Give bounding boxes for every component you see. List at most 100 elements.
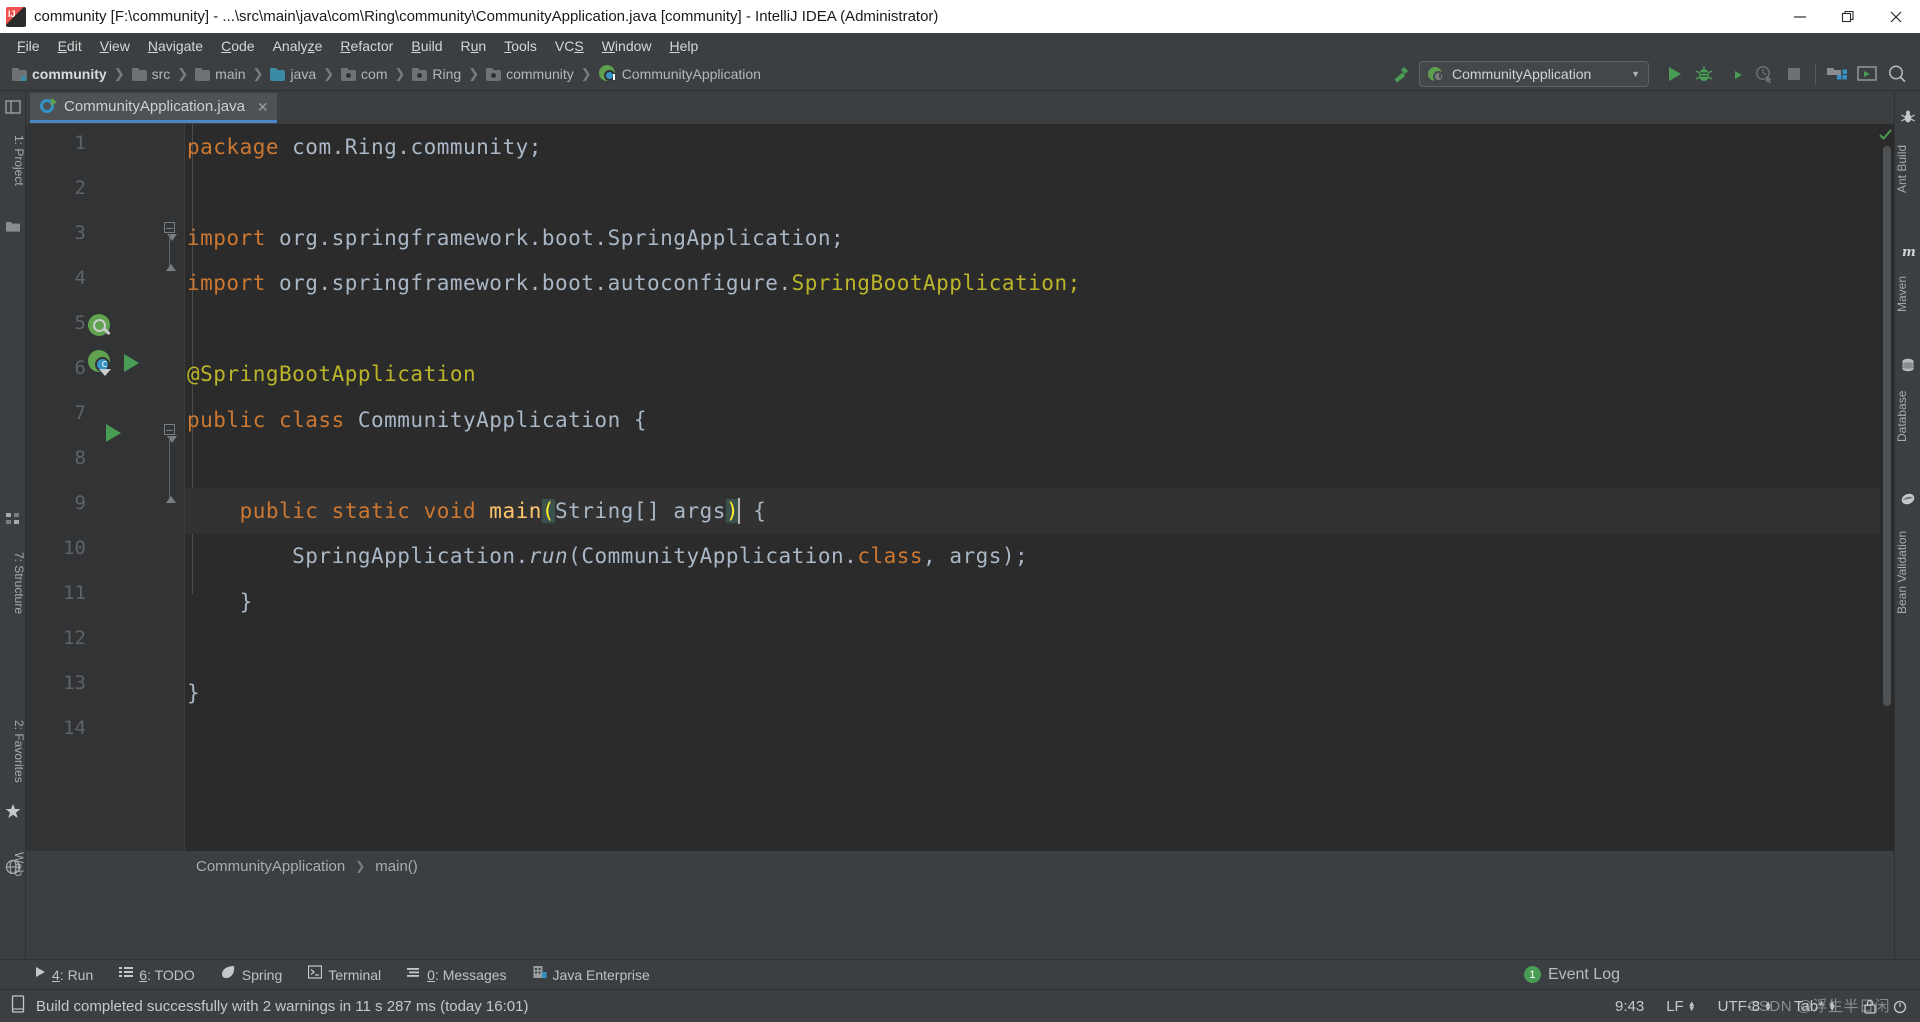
code-line-7[interactable]: public class CommunityApplication {	[185, 397, 1894, 443]
menu-tools[interactable]: Tools	[495, 36, 546, 56]
menu-help[interactable]: Help	[661, 36, 708, 56]
run-class-gutter-icon[interactable]	[124, 354, 139, 400]
breadcrumb-item-java[interactable]: java	[268, 62, 318, 86]
tool-window-spring[interactable]: Spring	[221, 965, 282, 984]
code-line-9[interactable]: public static void main ( String[] args …	[185, 488, 1894, 534]
run-configuration-selector[interactable]: CommunityApplication ▼	[1419, 61, 1649, 87]
code-token: public class	[187, 407, 345, 432]
menu-vcs[interactable]: VCS	[546, 36, 593, 56]
code-line-14[interactable]	[185, 716, 1894, 762]
tool-window-run[interactable]: 4: Run	[34, 965, 93, 984]
tool-window-label: 4: Run	[52, 966, 94, 983]
editor-breadcrumb-method[interactable]: main()	[375, 858, 418, 875]
sidebar-item-database[interactable]: Database	[1895, 375, 1920, 457]
minimize-button[interactable]	[1776, 0, 1824, 33]
code-token: package	[187, 134, 280, 159]
editor-breadcrumb-class[interactable]: CommunityApplication	[196, 858, 345, 875]
event-log-label[interactable]: Event Log	[1548, 966, 1620, 984]
menu-window[interactable]: Window	[593, 36, 661, 56]
folder-icon[interactable]	[5, 219, 21, 235]
code-token: import	[187, 271, 266, 296]
fold-marker-imports[interactable]: –	[164, 222, 175, 233]
run-button[interactable]	[1659, 60, 1689, 88]
line-number: 3	[74, 222, 86, 244]
menu-analyze[interactable]: Analyze	[264, 36, 332, 56]
code-line-12[interactable]	[185, 625, 1894, 671]
menu-view[interactable]: View	[91, 36, 139, 56]
line-number: 14	[63, 717, 86, 739]
sidebar-item-favorites[interactable]: 2: Favorites	[0, 699, 26, 803]
spring-boot-run-icon[interactable]	[88, 350, 114, 396]
code-line-13[interactable]: }	[185, 670, 1894, 716]
run-anything-icon[interactable]	[1852, 60, 1882, 88]
code-line-3[interactable]: import org.springframework.boot.SpringAp…	[185, 215, 1894, 261]
sidebar-item-structure[interactable]: 7: Structure	[0, 531, 26, 635]
editor-vertical-scrollbar[interactable]	[1883, 146, 1891, 706]
breadcrumb-item-com[interactable]: com	[339, 62, 389, 86]
run-method-gutter-icon[interactable]	[106, 424, 121, 470]
code-text-area[interactable]: package com.Ring.community; import org.s…	[185, 124, 1894, 851]
line-separator-label: LF	[1666, 997, 1684, 1015]
profile-button[interactable]	[1749, 60, 1779, 88]
tool-window-messages[interactable]: 0: Messages	[407, 965, 507, 984]
sidebar-item-ant-build[interactable]: Ant Build	[1895, 127, 1920, 211]
breadcrumb-separator: ❯	[252, 66, 264, 81]
close-icon[interactable]: ✕	[257, 100, 269, 114]
terminal-icon	[308, 965, 323, 984]
star-icon[interactable]	[5, 803, 21, 819]
tool-window-todo[interactable]: 6: TODO	[119, 965, 195, 984]
breadcrumb-item-community-module[interactable]: community	[10, 62, 109, 86]
code-line-8[interactable]	[185, 443, 1894, 489]
code-token: class	[857, 544, 924, 569]
search-icon[interactable]	[1882, 60, 1912, 88]
code-line-11[interactable]: }	[185, 579, 1894, 625]
code-line-1[interactable]: package com.Ring.community;	[185, 124, 1894, 170]
menu-code[interactable]: Code	[212, 36, 263, 56]
run-with-coverage-button[interactable]	[1719, 60, 1749, 88]
structure-panel-icon[interactable]	[5, 511, 21, 527]
sidebar-item-maven[interactable]: Maven	[1895, 261, 1920, 327]
web-icon[interactable]	[5, 859, 21, 875]
breadcrumb-item-ring[interactable]: Ring	[410, 62, 463, 86]
package-icon	[341, 67, 357, 81]
breadcrumb-item-communityapplication-class[interactable]: CommunityApplication	[597, 62, 763, 86]
debug-button[interactable]	[1689, 60, 1719, 88]
maximize-restore-button[interactable]	[1824, 0, 1872, 33]
breadcrumb-separator: ❯	[323, 66, 335, 81]
code-line-4[interactable]: import org.springframework.boot.autoconf…	[185, 261, 1894, 307]
code-editor[interactable]: 1 2 3 4 5 6 7 8 9 10 11 12 13 14 – –	[26, 124, 1894, 851]
close-button[interactable]	[1872, 0, 1920, 33]
code-line-5[interactable]	[185, 306, 1894, 352]
menu-refactor[interactable]: Refactor	[331, 36, 402, 56]
caret-position[interactable]: 9:43	[1615, 998, 1644, 1015]
sidebar-item-project[interactable]: 1: Project	[0, 117, 26, 203]
menu-edit[interactable]: Edit	[49, 36, 91, 56]
tool-window-terminal[interactable]: Terminal	[308, 965, 381, 984]
menu-build[interactable]: Build	[402, 36, 451, 56]
ant-icon[interactable]	[1900, 109, 1916, 125]
project-panel-icon[interactable]	[5, 99, 21, 115]
breadcrumb-item-main[interactable]: main	[193, 62, 247, 86]
code-line-6[interactable]: @SpringBootApplication	[185, 352, 1894, 398]
editor-tab-communityapplication[interactable]: CommunityApplication.java ✕	[30, 93, 277, 123]
code-line-2[interactable]	[185, 170, 1894, 216]
menu-file[interactable]: File	[8, 36, 49, 56]
breadcrumb-item-src[interactable]: src	[130, 62, 173, 86]
inspection-ok-icon[interactable]	[1879, 128, 1892, 141]
breadcrumb-label: community	[32, 66, 107, 82]
menu-navigate[interactable]: Navigate	[139, 36, 212, 56]
menu-run[interactable]: Run	[452, 36, 496, 56]
line-separator-selector[interactable]: LF ▲ ▼	[1666, 998, 1695, 1015]
build-hammer-icon[interactable]	[1387, 61, 1413, 87]
fold-marker-method[interactable]: –	[164, 424, 175, 435]
spring-leaf-icon	[221, 965, 236, 984]
code-line-10[interactable]: SpringApplication. run (CommunityApplica…	[185, 534, 1894, 580]
event-log-badge: 1	[1523, 966, 1541, 983]
sidebar-item-bean-validation[interactable]: Bean Validation	[1895, 509, 1920, 635]
csdn-watermark: CSDN @浮生半日闲	[1747, 998, 1890, 1015]
tool-window-java-enterprise[interactable]: Java Enterprise	[533, 965, 650, 984]
breadcrumb-item-community-package[interactable]: community	[484, 62, 576, 86]
breadcrumb-separator: ❯	[580, 66, 592, 81]
memory-indicator-icon[interactable]	[1892, 998, 1908, 1015]
project-structure-button[interactable]	[1822, 60, 1852, 88]
